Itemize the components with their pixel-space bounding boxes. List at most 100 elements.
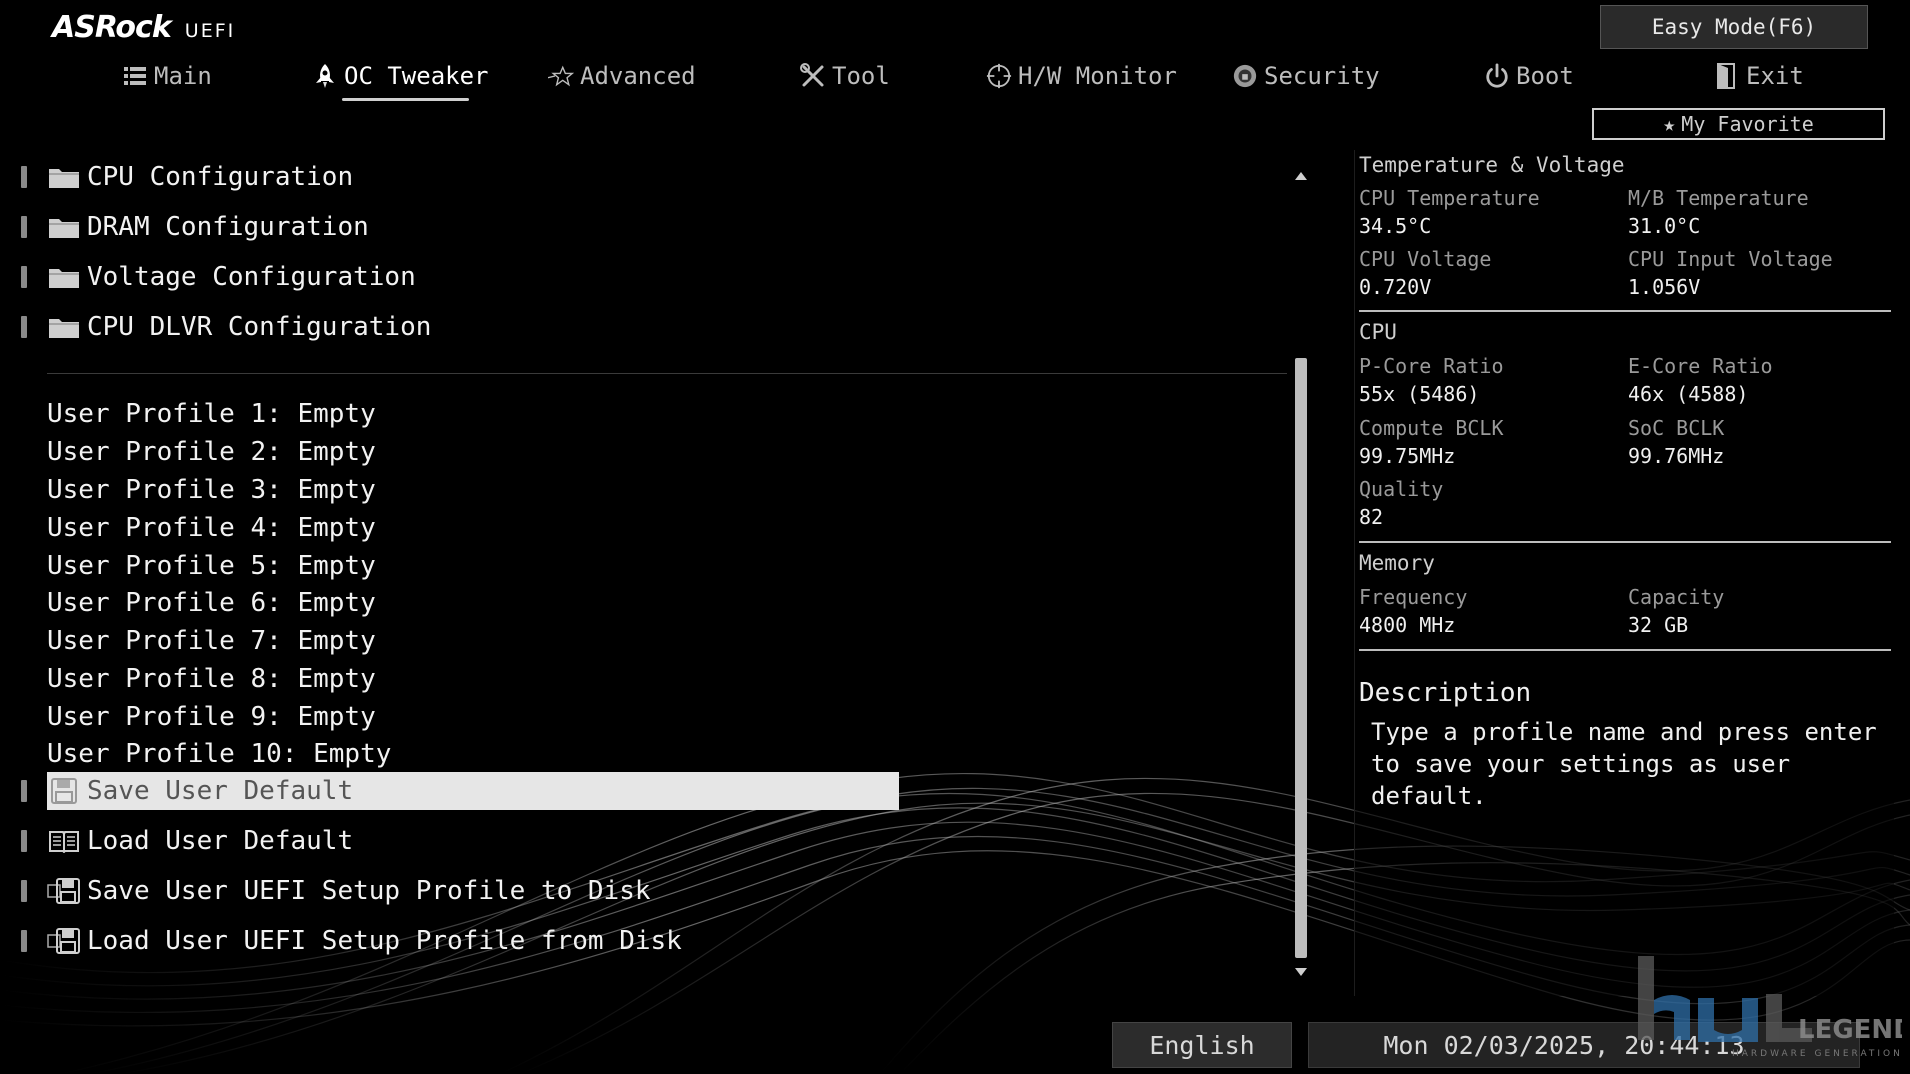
submenu-cpu-configuration[interactable]: CPU Configuration (0, 157, 353, 197)
tab-label: Exit (1746, 62, 1804, 90)
star-icon (548, 63, 574, 89)
tab-label: Boot (1516, 62, 1574, 90)
cpu-section-title: CPU (1359, 320, 1397, 344)
tab-advanced[interactable]: Advanced (548, 55, 696, 97)
user-profile-6[interactable]: User Profile 6: Empty (47, 586, 376, 620)
monitor-target-icon (986, 63, 1012, 89)
row-marker (21, 780, 27, 802)
submenu-label: Voltage Configuration (87, 262, 416, 292)
cpu-temperature-label: CPU Temperature (1359, 186, 1540, 210)
compute-bclk-label: Compute BCLK (1359, 416, 1504, 440)
cpu-input-voltage-label: CPU Input Voltage (1628, 247, 1833, 271)
list-icon (122, 63, 148, 89)
user-profile-5[interactable]: User Profile 5: Empty (47, 549, 376, 583)
temp-voltage-title: Temperature & Voltage (1359, 153, 1625, 177)
memory-capacity-value: 32 GB (1628, 613, 1689, 637)
action-label: Load User UEFI Setup Profile from Disk (87, 926, 682, 956)
cpu-voltage-label: CPU Voltage (1359, 247, 1492, 271)
user-profile-10[interactable]: User Profile 10: Empty (47, 737, 391, 771)
cpu-temperature-value: 34.5°C (1359, 214, 1432, 238)
info-divider (1359, 541, 1891, 543)
row-marker (21, 316, 27, 338)
info-panel: Temperature & Voltage CPU Temperature 34… (1354, 150, 1894, 996)
load-user-default-item[interactable]: Load User Default (0, 821, 353, 861)
tab-label: OC Tweaker (344, 62, 489, 90)
submenu-dram-configuration[interactable]: DRAM Configuration (0, 207, 369, 247)
easy-mode-button[interactable]: Easy Mode(F6) (1600, 5, 1868, 49)
logo-uefi: UEFI (184, 20, 236, 42)
row-marker (21, 216, 27, 238)
tab-security[interactable]: Security (1232, 55, 1380, 97)
soc-bclk-value: 99.76MHz (1628, 444, 1725, 468)
folder-icon (47, 314, 81, 340)
description-title: Description (1359, 678, 1532, 708)
scrollbar[interactable] (1292, 168, 1310, 980)
user-profile-7[interactable]: User Profile 7: Empty (47, 624, 376, 658)
tab-main[interactable]: Main (122, 55, 212, 97)
book-icon (47, 828, 81, 854)
tab-oc-tweaker[interactable]: OC Tweaker (312, 55, 489, 101)
tab-hw-monitor[interactable]: H/W Monitor (986, 55, 1177, 97)
star-icon: ★ (1663, 112, 1676, 136)
memory-frequency-value: 4800 MHz (1359, 613, 1456, 637)
row-marker (21, 266, 27, 288)
save-user-default-item[interactable]: Save User Default (0, 771, 899, 811)
scroll-thumb[interactable] (1295, 358, 1307, 958)
load-profile-from-disk-item[interactable]: Load User UEFI Setup Profile from Disk (0, 921, 682, 961)
user-profile-3[interactable]: User Profile 3: Empty (47, 473, 376, 507)
submenu-voltage-configuration[interactable]: Voltage Configuration (0, 257, 416, 297)
tab-label: Security (1264, 62, 1380, 90)
action-label: Save User UEFI Setup Profile to Disk (87, 876, 651, 906)
submenu-label: CPU DLVR Configuration (87, 312, 432, 342)
logo-brand: ASRock (52, 10, 172, 45)
tab-label: Tool (832, 62, 890, 90)
user-profile-2[interactable]: User Profile 2: Empty (47, 435, 376, 469)
folder-icon (47, 164, 81, 190)
submenu-cpu-dlvr-configuration[interactable]: CPU DLVR Configuration (0, 307, 431, 347)
floppy-icon (47, 778, 81, 804)
action-label: Save User Default (87, 776, 354, 806)
quality-value: 82 (1359, 505, 1384, 529)
tab-label: Main (154, 62, 212, 90)
tab-boot[interactable]: Boot (1484, 55, 1574, 97)
user-profile-9[interactable]: User Profile 9: Empty (47, 700, 376, 734)
scroll-up-arrow[interactable] (1295, 172, 1307, 180)
tab-tool[interactable]: Tool (800, 55, 890, 97)
asrock-logo: ASRock UEFI (52, 10, 235, 45)
tab-label: H/W Monitor (1018, 62, 1177, 90)
scroll-down-arrow[interactable] (1295, 968, 1307, 976)
my-favorite-button[interactable]: ★ My Favorite (1592, 108, 1885, 140)
row-marker (21, 930, 27, 952)
compute-bclk-value: 99.75MHz (1359, 444, 1456, 468)
user-profile-8[interactable]: User Profile 8: Empty (47, 662, 376, 696)
mb-temperature-value: 31.0°C (1628, 214, 1701, 238)
user-profile-1[interactable]: User Profile 1: Empty (47, 397, 376, 431)
folder-icon (47, 214, 81, 240)
cpu-input-voltage-value: 1.056V (1628, 275, 1701, 299)
tab-label: Advanced (580, 62, 696, 90)
disk-save-icon (47, 878, 81, 904)
save-profile-to-disk-item[interactable]: Save User UEFI Setup Profile to Disk (0, 871, 651, 911)
language-button[interactable]: English (1112, 1022, 1292, 1068)
memory-capacity-label: Capacity (1628, 585, 1725, 609)
my-favorite-label: My Favorite (1681, 112, 1814, 136)
description-text: Type a profile name and press enter to s… (1371, 718, 1877, 810)
ecore-ratio-label: E-Core Ratio (1628, 354, 1773, 378)
section-divider (47, 373, 1287, 374)
soc-bclk-label: SoC BCLK (1628, 416, 1725, 440)
tab-exit[interactable]: Exit (1714, 55, 1804, 97)
tools-icon (800, 63, 826, 89)
info-divider (1359, 649, 1891, 651)
shield-icon (1232, 63, 1258, 89)
watermark-subtext: HARDWARE GENERATION (1732, 1049, 1902, 1059)
pcore-ratio-label: P-Core Ratio (1359, 354, 1504, 378)
cpu-voltage-value: 0.720V (1359, 275, 1432, 299)
pcore-ratio-value: 55x (5486) (1359, 382, 1480, 406)
ecore-ratio-value: 46x (4588) (1628, 382, 1749, 406)
submenu-label: DRAM Configuration (87, 212, 369, 242)
user-profile-4[interactable]: User Profile 4: Empty (47, 511, 376, 545)
action-label: Load User Default (87, 826, 354, 856)
memory-frequency-label: Frequency (1359, 585, 1468, 609)
memory-section-title: Memory (1359, 551, 1435, 575)
exit-icon (1714, 63, 1740, 89)
